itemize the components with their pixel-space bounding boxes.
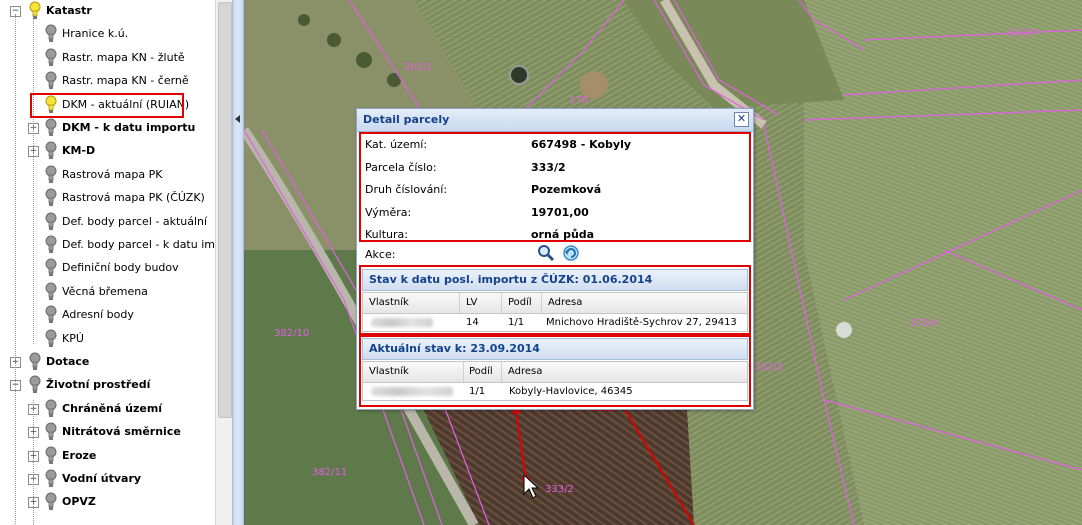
tree-item-label: Rastr. mapa KN - žlutě xyxy=(62,50,185,64)
bulb-icon[interactable] xyxy=(44,235,58,254)
tree-item-label: Definiční body budov xyxy=(62,261,179,275)
actions-label: Akce: xyxy=(365,248,396,261)
panel-splitter[interactable] xyxy=(232,0,244,525)
bulb-icon[interactable] xyxy=(44,399,58,418)
tree-item-label: KM-D xyxy=(62,144,96,158)
tree-item-label: Životní prostředí xyxy=(46,378,151,392)
bulb-icon[interactable] xyxy=(44,305,58,324)
tree-item-label: DKM - k datu importu xyxy=(62,121,196,134)
highlight-frame xyxy=(30,92,184,118)
scrollbar-thumb[interactable] xyxy=(218,2,232,418)
tree-item-label: Rastrová mapa PK (ČÚZK) xyxy=(62,191,205,205)
bulb-icon[interactable] xyxy=(44,329,58,348)
parcel-number-label: 202/1 xyxy=(404,62,433,73)
bulb-icon[interactable] xyxy=(44,422,58,441)
tree-item-label: Věcná břemena xyxy=(62,284,148,298)
tree-item-label: Adresní body xyxy=(62,308,134,322)
dialog-header[interactable]: Detail parcely ✕ xyxy=(357,109,753,132)
parcel-detail-dialog: Detail parcely ✕ Kat. území: 667498 - Kob… xyxy=(356,108,754,410)
tree-scrollbar[interactable] xyxy=(215,0,233,525)
bulb-icon[interactable] xyxy=(44,282,58,301)
parcel-number-label: 333/3 xyxy=(754,362,783,373)
tree-item-label: Def. body parcel - aktuální xyxy=(62,214,208,228)
tree-item-label: Dotace xyxy=(46,355,90,368)
bulb-icon[interactable] xyxy=(44,118,58,137)
search-icon[interactable] xyxy=(537,244,555,262)
parcel-number-label: 333/2 xyxy=(545,484,574,495)
tree-item-label: Rastrová mapa PK xyxy=(62,167,163,181)
tree-guide-line xyxy=(15,14,16,524)
bulb-icon[interactable] xyxy=(44,258,58,277)
layer-tree: − Katastr Hranice k.ú. Rastr. mapa KN - žlu… xyxy=(0,0,215,525)
bulb-icon[interactable] xyxy=(28,375,42,394)
parcel-number-label: 178 xyxy=(569,95,589,106)
tree-item-label: Katastr xyxy=(46,4,92,17)
parcel-number-label: 382/10 xyxy=(274,328,310,339)
bulb-icon[interactable] xyxy=(44,469,58,488)
collapse-arrow-icon[interactable] xyxy=(235,115,240,123)
bulb-icon[interactable] xyxy=(28,352,42,371)
tree-item-label: Rastr. mapa KN - černě xyxy=(62,74,189,88)
tree-guide-line xyxy=(33,400,34,525)
close-icon[interactable]: ✕ xyxy=(734,112,749,127)
highlight-frame xyxy=(359,265,751,335)
bulb-icon[interactable] xyxy=(44,165,58,184)
tree-item-label: Chráněná území xyxy=(62,401,163,415)
bulb-icon[interactable] xyxy=(44,71,58,90)
parcel-number-label: 382/11 xyxy=(312,467,348,478)
tree-item-label: OPVZ xyxy=(62,495,96,509)
bulb-icon[interactable] xyxy=(44,48,58,67)
mouse-cursor-icon xyxy=(523,474,539,499)
parcel-number-label: 537/7 xyxy=(1009,28,1038,39)
bulb-icon[interactable] xyxy=(44,446,58,465)
refresh-icon[interactable] xyxy=(562,244,580,262)
bulb-icon[interactable] xyxy=(44,212,58,231)
parcel-number-label: 333/4 xyxy=(909,318,938,329)
bulb-icon[interactable] xyxy=(28,1,42,20)
tree-item-label: Hranice k.ú. xyxy=(62,27,129,41)
tree-guide-line xyxy=(33,14,34,344)
tree-item-label: Eroze xyxy=(62,448,97,462)
tree-item-label: KPÚ xyxy=(62,331,84,345)
highlight-frame xyxy=(359,335,751,407)
tree-item-label: Def. body parcel - k datu impo xyxy=(62,238,215,251)
highlight-frame xyxy=(359,132,751,242)
tree-item-label: Nitrátová směrnice xyxy=(62,425,181,439)
bulb-icon[interactable] xyxy=(44,24,58,43)
dialog-title: Detail parcely xyxy=(363,113,450,126)
tree-item[interactable]: + Dotace xyxy=(0,351,215,373)
bulb-icon[interactable] xyxy=(44,492,58,511)
tree-item-label: Vodní útvary xyxy=(62,472,142,485)
bulb-icon[interactable] xyxy=(44,188,58,207)
bulb-icon[interactable] xyxy=(44,141,58,160)
tree-item[interactable]: − Životní prostředí xyxy=(0,374,215,396)
